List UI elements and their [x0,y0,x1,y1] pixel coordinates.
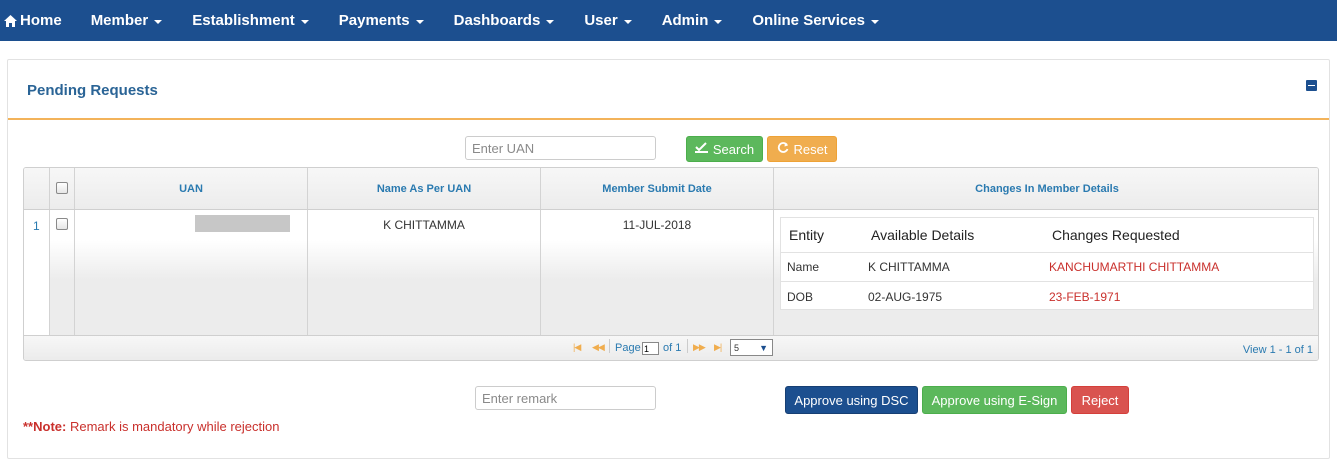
page-of-label: of 1 [663,342,682,354]
top-navbar: Home Member Establishment Payments Dashb… [0,0,1337,41]
entity-value: DOB [787,289,814,304]
view-records-info: View 1 - 1 of 1 [1242,344,1313,356]
requests-grid: UAN Name As Per UAN Member Submit Date C… [23,167,1319,361]
page-size-select[interactable]: 5 ▼ [730,339,773,356]
reset-button[interactable]: Reset [767,136,837,162]
pager-divider [609,339,610,353]
approve-esign-button[interactable]: Approve using E-Sign [922,386,1067,414]
redacted-uan [195,215,290,232]
collapse-icon[interactable] [1306,80,1317,91]
caret-down-icon [154,19,163,24]
uan-cell [75,210,308,335]
nav-establishment[interactable]: Establishment [177,4,324,37]
requested-header: Changes Requested [1052,227,1180,243]
first-page-icon[interactable]: |◀ [573,342,581,353]
name-header-label: Name As Per UAN [376,183,472,195]
last-page-icon[interactable]: ▶| [714,342,722,353]
nav-home[interactable]: Home [0,4,76,37]
nav-payments-label: Payments [338,12,410,29]
panel-header: Pending Requests [8,60,1329,120]
available-value: 02-AUG-1975 [868,289,943,304]
prev-page-icon[interactable]: ◀◀ [592,342,605,353]
changes-header-label: Changes In Member Details [975,183,1119,195]
nav-admin-label: Admin [661,12,709,29]
note-text: Remark is mandatory while rejection [66,419,280,434]
changes-detail-header: Entity Available Details Changes Request… [781,218,1313,253]
requested-value: 23-FEB-1971 [1049,289,1121,304]
panel-title: Pending Requests [27,82,158,99]
changes-detail-row: DOB 02-AUG-1975 23-FEB-1971 [781,282,1313,311]
nav-dashboards-label: Dashboards [453,12,541,29]
pending-requests-panel: Pending Requests Search Reset UAN Name A… [7,59,1330,459]
nav-user-label: User [584,12,618,29]
page-label: Page [615,342,641,354]
grid-body: 1 K CHITTAMMA 11-JUL-2018 Entity Availab… [24,210,1318,335]
uan-header[interactable]: UAN [75,168,308,209]
remark-input[interactable] [475,386,656,410]
approve-dsc-button[interactable]: Approve using DSC [785,386,918,414]
nav-user[interactable]: User [569,4,646,37]
rownum-cell: 1 [24,210,50,335]
note-prefix: **Note: [23,419,67,434]
caret-down-icon [546,19,555,24]
home-icon [4,14,17,27]
grid-header: UAN Name As Per UAN Member Submit Date C… [24,168,1318,210]
caret-down-icon [415,19,424,24]
refresh-icon [777,141,789,157]
name-value: K CHITTAMMA [383,218,465,232]
caret-down-icon [714,19,723,24]
caret-down-icon [870,19,879,24]
nav-home-label: Home [20,12,62,29]
select-all-checkbox[interactable] [56,182,68,194]
nav-dashboards[interactable]: Dashboards [439,4,570,37]
caret-down-icon [300,19,309,24]
requested-value: KANCHUMARTHI CHITTAMMA [1049,260,1220,274]
next-page-icon[interactable]: ▶▶ [693,342,706,353]
reset-button-label: Reset [793,141,828,157]
name-cell: K CHITTAMMA [308,210,541,335]
search-button-label: Search [712,141,755,157]
changes-header[interactable]: Changes In Member Details [774,168,1318,209]
available-header: Available Details [871,227,975,243]
row-checkbox[interactable] [56,218,68,230]
entity-header: Entity [789,227,825,243]
select-cell [50,210,75,335]
available-value: K CHITTAMMA [868,260,950,274]
caret-down-icon [623,19,632,24]
submit-date-header-label: Member Submit Date [602,183,712,195]
nav-member-label: Member [90,12,149,29]
nav-payments[interactable]: Payments [324,4,439,37]
submit-date-value: 11-JUL-2018 [622,218,692,232]
search-button[interactable]: Search [686,136,763,162]
nav-member[interactable]: Member [76,4,178,37]
rejection-note: **Note: Remark is mandatory while reject… [23,419,279,434]
submit-date-cell: 11-JUL-2018 [541,210,774,335]
reject-button[interactable]: Reject [1071,386,1129,414]
search-check-icon [694,142,708,156]
entity-value: Name [787,260,820,274]
nav-establishment-label: Establishment [192,12,295,29]
nav-admin[interactable]: Admin [647,4,738,37]
nav-online-services[interactable]: Online Services [737,4,894,37]
nav-online-services-label: Online Services [752,12,865,29]
changes-detail-row: Name K CHITTAMMA KANCHUMARTHI CHITTAMMA [781,253,1313,282]
grid-pager: |◀ ◀◀ Page of 1 ▶▶ ▶| 5 ▼ View 1 - 1 of … [24,335,1318,360]
row-number: 1 [33,219,40,233]
uan-header-label: UAN [179,183,203,195]
select-all-header [50,168,75,209]
name-header[interactable]: Name As Per UAN [308,168,541,209]
table-row[interactable]: 1 K CHITTAMMA 11-JUL-2018 Entity Availab… [24,210,1318,335]
page-size-value: 5 [734,342,740,353]
rownum-header [24,168,50,209]
pager-divider [687,339,688,353]
uan-search-input[interactable] [465,136,656,160]
submit-date-header[interactable]: Member Submit Date [541,168,774,209]
page-number-input[interactable] [642,342,659,355]
changes-detail-table: Entity Available Details Changes Request… [780,217,1314,310]
dropdown-arrow-icon: ▼ [759,343,768,353]
